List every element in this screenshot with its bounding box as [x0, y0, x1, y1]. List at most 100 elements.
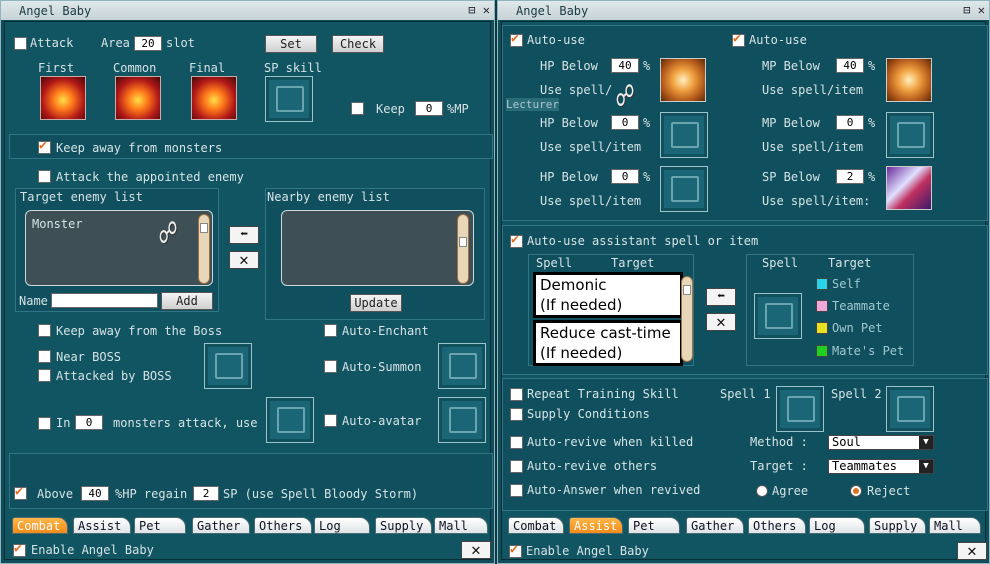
tab-log[interactable]: Log: [314, 517, 370, 534]
close-icon[interactable]: ✕: [483, 3, 490, 17]
keep-checkbox[interactable]: [351, 102, 364, 115]
mp-below-input-1[interactable]: 40: [836, 58, 864, 73]
in-monsters-checkbox[interactable]: [38, 417, 51, 430]
spell1-slot[interactable]: [776, 386, 824, 432]
tab-mall[interactable]: Mall: [434, 517, 488, 534]
tab-supply[interactable]: Supply: [375, 517, 432, 534]
final-skill-icon[interactable]: [191, 76, 237, 120]
method-select[interactable]: Soul ▼: [828, 435, 934, 450]
auto-use-hp-checkbox[interactable]: [510, 31, 523, 47]
close-icon[interactable]: ✕: [978, 3, 985, 17]
agree-radio[interactable]: [756, 485, 768, 497]
reject-radio[interactable]: [850, 485, 862, 497]
tab-supply[interactable]: Supply: [869, 517, 926, 534]
regain-input[interactable]: 2: [193, 486, 219, 501]
add-button[interactable]: Add: [161, 292, 213, 310]
boss-skill-slot[interactable]: [204, 343, 252, 389]
hp-below-input-2[interactable]: 0: [611, 115, 639, 130]
first-skill-icon[interactable]: [40, 76, 86, 120]
mp-below-input-2[interactable]: 0: [836, 115, 864, 130]
tab-gather[interactable]: Gather: [686, 517, 744, 534]
tab-combat[interactable]: Combat: [12, 517, 68, 534]
hp-potion-icon[interactable]: [660, 58, 706, 102]
area-input[interactable]: 20: [134, 36, 162, 51]
scrollbar[interactable]: [198, 214, 210, 284]
name-input[interactable]: [51, 293, 158, 308]
close-button[interactable]: ✕: [957, 542, 987, 560]
auto-revive-killed-checkbox[interactable]: [510, 436, 523, 449]
repeat-training-checkbox[interactable]: [510, 388, 523, 401]
tab-log[interactable]: Log: [809, 517, 865, 534]
sp-skill-icon[interactable]: [886, 166, 932, 210]
target-mates-pet[interactable]: Mate's Pet: [832, 344, 904, 358]
in-monsters-input[interactable]: 0: [75, 415, 103, 430]
auto-use-assistant-checkbox[interactable]: [510, 232, 523, 248]
scroll-thumb[interactable]: [459, 237, 467, 247]
tab-assist[interactable]: Assist: [569, 517, 623, 534]
tab-combat[interactable]: Combat: [508, 517, 564, 534]
hp-item-slot-3[interactable]: [660, 166, 708, 212]
hp-item-slot-2[interactable]: [660, 112, 708, 158]
assistant-spell-slot[interactable]: [754, 293, 802, 339]
mp-item-slot-2[interactable]: [886, 112, 934, 158]
hp-below-input-1[interactable]: 40: [611, 58, 639, 73]
tab-pet[interactable]: Pet: [134, 517, 186, 534]
list-item[interactable]: Demonic (If needed): [533, 272, 683, 318]
auto-summon-checkbox[interactable]: [324, 360, 337, 373]
list-item[interactable]: Monster: [32, 217, 83, 231]
tab-others[interactable]: Others: [748, 517, 806, 534]
pin-icon[interactable]: ⊟: [963, 3, 970, 17]
attack-appointed-checkbox[interactable]: [38, 170, 51, 183]
keep-away-monsters-checkbox[interactable]: [38, 138, 51, 154]
nearby-enemy-list[interactable]: [281, 210, 474, 286]
tab-others[interactable]: Others: [254, 517, 312, 534]
in-monsters-skill-slot[interactable]: [266, 397, 314, 443]
target-self[interactable]: Self: [832, 277, 861, 291]
summon-skill-slot[interactable]: [438, 343, 486, 389]
target-select[interactable]: Teammates ▼: [828, 459, 934, 474]
tab-assist[interactable]: Assist: [73, 517, 131, 534]
update-button[interactable]: Update: [350, 294, 402, 312]
mp-potion-icon[interactable]: [886, 58, 932, 102]
scrollbar[interactable]: [681, 276, 693, 362]
pin-icon[interactable]: ⊟: [468, 3, 475, 17]
enable-angel-baby-checkbox[interactable]: [13, 541, 26, 557]
target-teammate[interactable]: Teammate: [832, 299, 890, 313]
attack-checkbox[interactable]: [14, 37, 27, 50]
move-left-button[interactable]: ⬅: [229, 226, 259, 244]
regain-checkbox[interactable]: [14, 484, 27, 500]
tab-gather[interactable]: Gather: [192, 517, 250, 534]
spell2-slot[interactable]: [886, 386, 934, 432]
common-skill-icon[interactable]: [115, 76, 161, 120]
auto-revive-others-checkbox[interactable]: [510, 460, 523, 473]
supply-conditions-checkbox[interactable]: [510, 408, 523, 421]
enable-angel-baby-checkbox[interactable]: [509, 542, 522, 558]
attacked-by-boss-checkbox[interactable]: [38, 369, 51, 382]
auto-avatar-checkbox[interactable]: [324, 414, 337, 427]
tab-mall[interactable]: Mall: [929, 517, 981, 534]
hp-below-input-3[interactable]: 0: [611, 169, 639, 184]
auto-use-mp-checkbox[interactable]: [732, 31, 745, 47]
auto-answer-checkbox[interactable]: [510, 484, 523, 497]
list-item[interactable]: Reduce cast-time (If needed): [533, 320, 683, 366]
sp-skill-slot[interactable]: [265, 76, 313, 122]
close-button[interactable]: ✕: [461, 541, 491, 559]
scroll-thumb[interactable]: [200, 223, 208, 233]
auto-enchant-checkbox[interactable]: [324, 324, 337, 337]
keep-input[interactable]: 0: [415, 101, 443, 116]
tab-pet[interactable]: Pet: [628, 517, 680, 534]
move-left-button[interactable]: ⬅: [706, 288, 736, 306]
remove-button[interactable]: ✕: [706, 313, 736, 331]
near-boss-checkbox[interactable]: [38, 350, 51, 363]
scrollbar[interactable]: [457, 214, 469, 284]
avatar-skill-slot[interactable]: [438, 397, 486, 443]
remove-button[interactable]: ✕: [229, 251, 259, 269]
keep-away-boss-checkbox[interactable]: [38, 324, 51, 337]
check-button[interactable]: Check: [332, 35, 384, 53]
scroll-thumb[interactable]: [683, 285, 691, 295]
set-button[interactable]: Set: [265, 35, 317, 53]
sp-below-input[interactable]: 2: [836, 169, 864, 184]
target-own-pet[interactable]: Own Pet: [832, 321, 883, 335]
above-input[interactable]: 40: [81, 486, 109, 501]
target-enemy-list[interactable]: Monster: [25, 210, 213, 286]
